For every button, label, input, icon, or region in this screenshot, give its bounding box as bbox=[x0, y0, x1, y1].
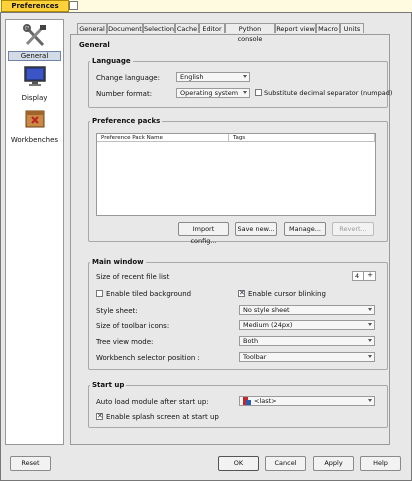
tab-editor[interactable]: Editor bbox=[199, 23, 225, 33]
chevron-down-icon bbox=[243, 91, 247, 94]
preference-packs-title: Preference packs bbox=[90, 117, 163, 125]
help-button[interactable]: Help bbox=[360, 456, 401, 471]
page-title: General bbox=[79, 41, 110, 49]
window-title: Preferences bbox=[1, 0, 69, 12]
tab-document[interactable]: Document bbox=[107, 23, 143, 33]
cursor-blinking-label: Enable cursor blinking bbox=[248, 290, 326, 298]
number-format-select[interactable]: Operating system bbox=[176, 88, 250, 98]
sidebar-item-display[interactable]: Display bbox=[8, 64, 61, 102]
tab-selection[interactable]: Selection bbox=[143, 23, 175, 33]
tab-general[interactable]: General bbox=[77, 23, 107, 34]
workbench-selector-select[interactable]: Toolbar bbox=[239, 352, 375, 362]
substitute-decimal-label: Substitute decimal separator (numpad) bbox=[264, 89, 393, 97]
toolbar-icons-label: Size of toolbar icons: bbox=[96, 322, 170, 330]
startup-title: Start up bbox=[90, 381, 127, 389]
substitute-decimal-checkbox[interactable] bbox=[255, 89, 262, 96]
chevron-down-icon bbox=[368, 339, 372, 342]
apply-button[interactable]: Apply bbox=[313, 456, 354, 471]
tiled-background-label: Enable tiled background bbox=[106, 290, 192, 298]
tools-icon bbox=[22, 24, 46, 47]
language-select[interactable]: English bbox=[176, 72, 250, 82]
tree-view-label: Tree view mode: bbox=[96, 338, 154, 346]
recent-files-label: Size of recent file list bbox=[96, 273, 170, 281]
number-format-label: Number format: bbox=[96, 90, 153, 98]
sidebar-item-label: General bbox=[8, 51, 61, 61]
column-header-tags[interactable]: Tags bbox=[229, 134, 375, 142]
style-sheet-value: No style sheet bbox=[243, 306, 290, 314]
tab-report-view[interactable]: Report view bbox=[275, 23, 316, 33]
auto-load-value: <last> bbox=[254, 397, 277, 405]
style-sheet-label: Style sheet: bbox=[96, 307, 138, 315]
tab-units[interactable]: Units bbox=[340, 23, 364, 33]
splash-screen-label: Enable splash screen at start up bbox=[106, 413, 219, 421]
cursor-blinking-checkbox[interactable]: ✕ bbox=[238, 290, 245, 297]
number-format-value: Operating system bbox=[180, 89, 239, 97]
monitor-icon bbox=[23, 66, 46, 86]
recent-files-spinbox[interactable]: 4 + bbox=[352, 271, 376, 281]
freecad-logo-icon bbox=[243, 397, 251, 405]
chevron-down-icon bbox=[368, 323, 372, 326]
preference-packs-table[interactable]: Preference Pack Name Tags bbox=[96, 133, 376, 216]
auto-load-label: Auto load module after start up: bbox=[96, 398, 209, 406]
language-group bbox=[88, 61, 388, 108]
toolbar-icons-value: Medium (24px) bbox=[243, 321, 293, 329]
stepper-icon[interactable]: + bbox=[363, 272, 376, 280]
sidebar-item-label: Display bbox=[21, 94, 48, 102]
main-window-title: Main window bbox=[90, 258, 146, 266]
language-group-title: Language bbox=[90, 57, 133, 65]
tiled-background-checkbox[interactable] bbox=[96, 290, 103, 297]
chevron-down-icon bbox=[368, 308, 372, 311]
sidebar-item-general[interactable]: General bbox=[8, 23, 61, 61]
sidebar-item-workbenches[interactable]: Workbenches bbox=[8, 106, 61, 144]
tab-cache[interactable]: Cache bbox=[175, 23, 199, 33]
workbench-selector-value: Toolbar bbox=[243, 353, 267, 361]
language-select-value: English bbox=[180, 73, 204, 81]
recent-files-value: 4 bbox=[355, 272, 360, 280]
style-sheet-select[interactable]: No style sheet bbox=[239, 305, 375, 315]
column-header-name[interactable]: Preference Pack Name bbox=[97, 134, 229, 142]
reset-button[interactable]: Reset bbox=[10, 456, 51, 471]
chevron-down-icon bbox=[243, 75, 247, 78]
tree-view-select[interactable]: Both bbox=[239, 336, 375, 346]
startup-group bbox=[88, 385, 388, 428]
category-sidebar: General Display Workbenches bbox=[5, 19, 64, 445]
import-config-button[interactable]: Import config... bbox=[178, 222, 229, 245]
revert-button[interactable]: Revert... bbox=[332, 222, 374, 236]
change-language-label: Change language: bbox=[96, 74, 160, 82]
toolbar-icons-select[interactable]: Medium (24px) bbox=[239, 320, 375, 330]
chevron-down-icon bbox=[368, 399, 372, 402]
manage-button[interactable]: Manage... bbox=[284, 222, 326, 236]
chevron-down-icon bbox=[368, 355, 372, 358]
tree-view-value: Both bbox=[243, 337, 259, 345]
auto-load-select[interactable]: <last> bbox=[239, 396, 375, 406]
sidebar-item-label: Workbenches bbox=[10, 136, 59, 144]
save-new-button[interactable]: Save new... bbox=[235, 222, 277, 236]
package-icon bbox=[25, 110, 44, 128]
tab-python-console[interactable]: Python console bbox=[225, 23, 275, 43]
splash-screen-checkbox[interactable]: ✕ bbox=[96, 413, 103, 420]
ok-button[interactable]: OK bbox=[218, 456, 259, 471]
workbench-selector-label: Workbench selector position : bbox=[96, 354, 200, 362]
tab-macro[interactable]: Macro bbox=[316, 23, 340, 33]
window-menu-icon[interactable] bbox=[69, 1, 78, 10]
cancel-button[interactable]: Cancel bbox=[265, 456, 306, 471]
